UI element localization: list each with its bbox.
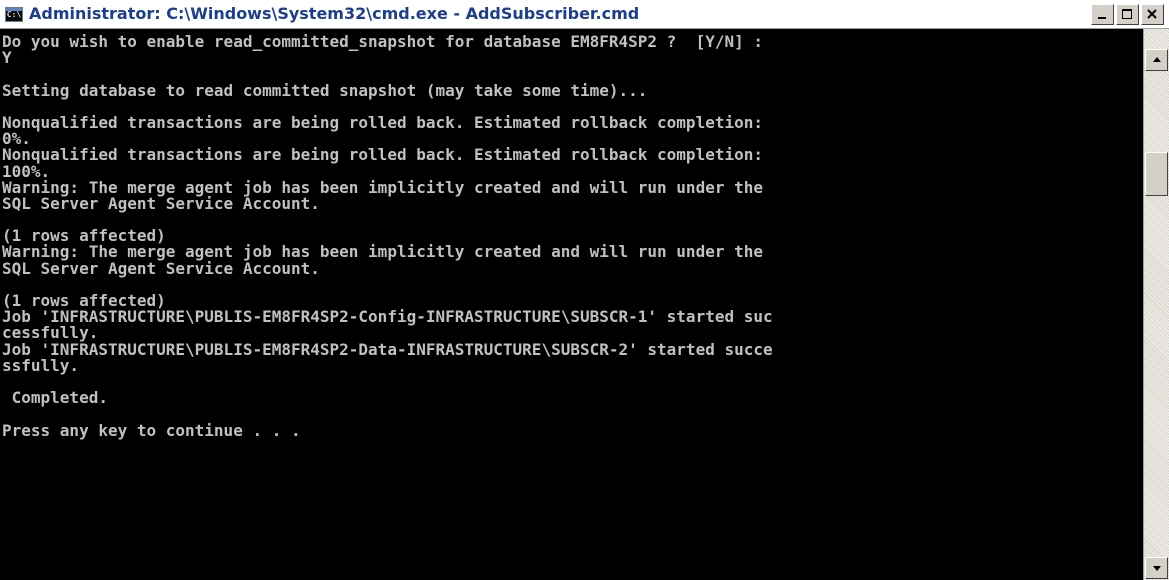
console-line: Completed.	[2, 388, 108, 408]
scroll-up-button[interactable]	[1145, 49, 1168, 71]
close-icon	[1147, 9, 1157, 19]
console-line: Y	[2, 48, 12, 68]
console-output[interactable]: Do you wish to enable read_committed_sna…	[0, 29, 1143, 580]
scrollbar-thumb[interactable]	[1145, 152, 1168, 196]
console-line: SQL Server Agent Service Account.	[2, 258, 320, 278]
cmd-window: C:\ Administrator: C:\Windows\System32\c…	[0, 0, 1169, 580]
maximize-icon	[1122, 9, 1132, 19]
cmd-icon[interactable]: C:\	[5, 7, 23, 22]
console-line: Do you wish to enable read_committed_sna…	[2, 32, 763, 51]
minimize-icon	[1098, 17, 1106, 19]
window-controls	[1091, 4, 1164, 25]
console-line: ssfully.	[2, 355, 80, 375]
console-line: Nonqualified transactions are being roll…	[2, 145, 763, 165]
vertical-scrollbar[interactable]	[1143, 29, 1169, 580]
close-button[interactable]	[1141, 4, 1164, 25]
console-line: Job 'INFRASTRUCTURE\PUBLIS-EM8FR4SP2-Con…	[2, 307, 773, 327]
console-line: Job 'INFRASTRUCTURE\PUBLIS-EM8FR4SP2-Dat…	[2, 339, 773, 359]
console-line: Setting database to read committed snaps…	[2, 80, 648, 100]
scroll-down-button[interactable]	[1145, 557, 1168, 579]
maximize-button[interactable]	[1116, 4, 1139, 25]
console-line: Press any key to continue . . .	[2, 420, 301, 440]
scroll-up-icon	[1153, 57, 1161, 62]
console-line: Nonqualified transactions are being roll…	[2, 112, 763, 132]
minimize-button[interactable]	[1091, 4, 1114, 25]
scroll-down-icon	[1153, 566, 1161, 571]
window-title: Administrator: C:\Windows\System32\cmd.e…	[29, 4, 640, 23]
title-bar[interactable]: C:\ Administrator: C:\Windows\System32\c…	[0, 0, 1169, 29]
console-line: SQL Server Agent Service Account.	[2, 193, 320, 213]
